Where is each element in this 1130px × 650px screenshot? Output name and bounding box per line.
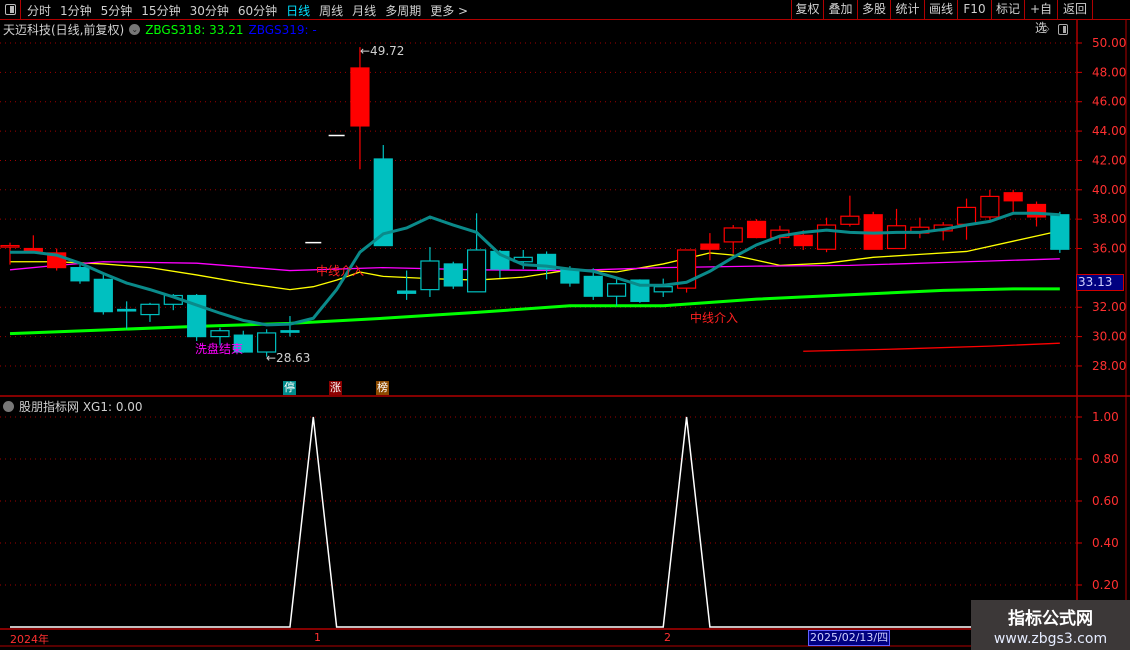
xg1-line: [10, 416, 1077, 628]
candle-body: [140, 303, 160, 316]
y-tick-label: 42.00: [1092, 153, 1126, 167]
y-tick-label: 40.00: [1092, 183, 1126, 197]
y-tick-label: 50.00: [1092, 36, 1126, 50]
candle-body: [956, 206, 977, 225]
candle-body: [840, 215, 860, 225]
candle-body: [70, 267, 90, 282]
candle-body: [980, 195, 1000, 218]
high-price-label: ←49.72: [360, 44, 405, 58]
candle-body: [93, 278, 113, 313]
candle-body: [606, 283, 627, 297]
candle-body: [583, 275, 603, 297]
chart-canvas[interactable]: 50.00 48.00 46.00 44.00 42.00 40.00 38.00 36.00…: [0, 0, 1130, 650]
candle-body: [793, 234, 813, 247]
y-tick-label: 30.00: [1092, 330, 1126, 344]
watermark: 指标公式网 www.zbgs3.com: [971, 600, 1130, 650]
low-price-label: ←28.63: [266, 351, 311, 365]
candle-body: [1003, 192, 1023, 202]
candle-body: [350, 67, 370, 127]
sub-y-tick-label: 0.40: [1092, 536, 1119, 550]
candle-body: [723, 227, 743, 243]
sub-y-tick-label: 1.00: [1092, 410, 1119, 424]
watermark-url: www.zbgs3.com: [993, 631, 1108, 647]
mid-entry-signal-1: 中线介入: [316, 264, 365, 278]
candle-body: [397, 290, 417, 294]
sub-y-tick-label: 0.20: [1092, 578, 1119, 592]
x-label-2024: 2024年: [10, 633, 49, 646]
cursor-date: 2025/02/13/四: [808, 630, 891, 646]
candle-body: [886, 225, 907, 250]
candle-body: [1050, 214, 1070, 250]
x-label-jan: 1: [314, 631, 321, 644]
candle-body: [467, 249, 487, 293]
candle-body: [700, 243, 720, 250]
candle-body: [257, 332, 277, 353]
y-tick-label: 36.00: [1092, 242, 1126, 256]
candle-body: [420, 260, 440, 291]
y-tick-label: 28.00: [1092, 359, 1126, 373]
y-tick-label: 38.00: [1092, 212, 1126, 226]
limit-halt-badge[interactable]: 停: [283, 381, 296, 395]
candle-body: [280, 330, 300, 333]
sub-y-tick-label: 0.60: [1092, 494, 1119, 508]
watermark-title: 指标公式网: [1008, 609, 1093, 629]
candle-body: [653, 286, 673, 293]
candle-body: [0, 244, 20, 248]
mid-entry-signal-2: 中线介入: [690, 311, 739, 325]
candle-body: [746, 220, 767, 239]
sub-indicator-title: 股朋指标网 XG1: 0.00: [19, 400, 143, 414]
y-tick-label: 46.00: [1092, 95, 1126, 109]
washout-end-signal: 洗盘结束: [195, 342, 244, 356]
y-tick-label: 32.00: [1092, 300, 1126, 314]
candle-body: [210, 330, 230, 338]
ranking-badge[interactable]: 榜: [376, 381, 389, 395]
current-price-tag: 33.13: [1076, 274, 1124, 291]
candle-body: [443, 263, 463, 287]
indicator-line-4: [803, 342, 1060, 352]
candle-body: [117, 308, 137, 312]
y-tick-label: 44.00: [1092, 124, 1126, 138]
x-label-feb: 2: [664, 631, 671, 644]
chevron-down-icon[interactable]: [3, 401, 14, 412]
sub-y-tick-label: 0.80: [1092, 452, 1119, 466]
limit-up-badge[interactable]: 涨: [329, 381, 342, 395]
y-tick-label: 48.00: [1092, 65, 1126, 79]
sub-legend: 股朋指标网 XG1: 0.00: [3, 398, 143, 415]
